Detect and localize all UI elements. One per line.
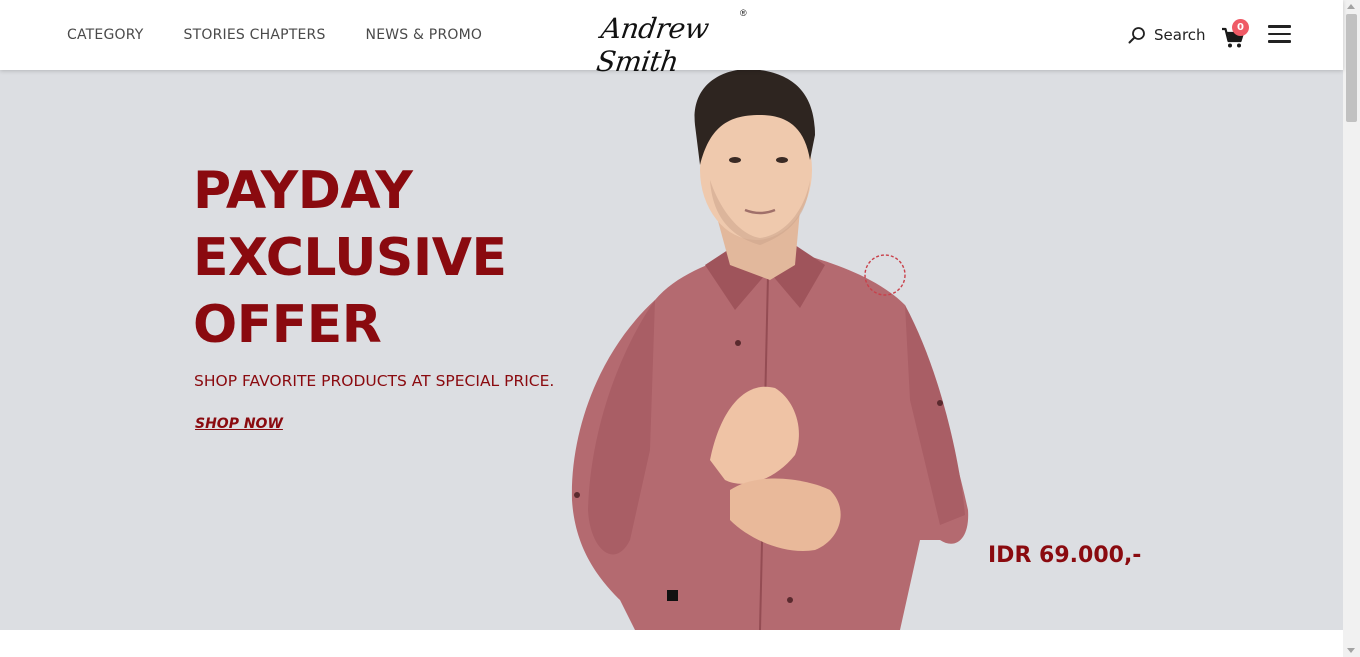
search-button[interactable]: Search bbox=[1128, 26, 1206, 44]
search-icon bbox=[1128, 27, 1145, 44]
main-nav: CATEGORY STORIES CHAPTERS NEWS & PROMO bbox=[67, 27, 482, 43]
scroll-down-arrow-icon[interactable] bbox=[1347, 648, 1355, 653]
registered-mark: ® bbox=[740, 8, 747, 18]
slide-indicator[interactable] bbox=[667, 590, 678, 601]
hero-price: IDR 69.000,- bbox=[988, 543, 1142, 568]
shop-now-link[interactable]: SHOP NOW bbox=[195, 416, 283, 432]
headline-line-1: PAYDAY bbox=[193, 161, 413, 221]
nav-category[interactable]: CATEGORY bbox=[67, 27, 144, 43]
brand-logo-text: Andrew Smith bbox=[594, 12, 711, 78]
vertical-scrollbar[interactable] bbox=[1343, 0, 1360, 657]
nav-news-promo[interactable]: NEWS & PROMO bbox=[366, 27, 483, 43]
model-photo bbox=[571, 70, 969, 630]
scroll-up-arrow-icon[interactable] bbox=[1347, 4, 1355, 9]
hero-headline: PAYDAY EXCLUSIVE OFFER bbox=[193, 158, 507, 359]
hero-banner: PAYDAY EXCLUSIVE OFFER SHOP FAVORITE PRO… bbox=[0, 70, 1343, 630]
hero-subline: SHOP FAVORITE PRODUCTS AT SPECIAL PRICE. bbox=[194, 372, 555, 390]
site-header: CATEGORY STORIES CHAPTERS NEWS & PROMO A… bbox=[0, 0, 1343, 78]
hamburger-menu-icon[interactable] bbox=[1268, 25, 1291, 45]
brand-logo[interactable]: Andrew Smith ® bbox=[594, 6, 750, 78]
headline-line-2: EXCLUSIVE bbox=[193, 228, 507, 288]
headline-line-3: OFFER bbox=[193, 295, 382, 355]
search-label: Search bbox=[1154, 26, 1206, 44]
cart-button[interactable]: 0 bbox=[1221, 19, 1249, 50]
cart-count-badge: 0 bbox=[1232, 19, 1249, 36]
nav-stories-chapters[interactable]: STORIES CHAPTERS bbox=[184, 27, 326, 43]
scroll-thumb[interactable] bbox=[1346, 14, 1357, 122]
